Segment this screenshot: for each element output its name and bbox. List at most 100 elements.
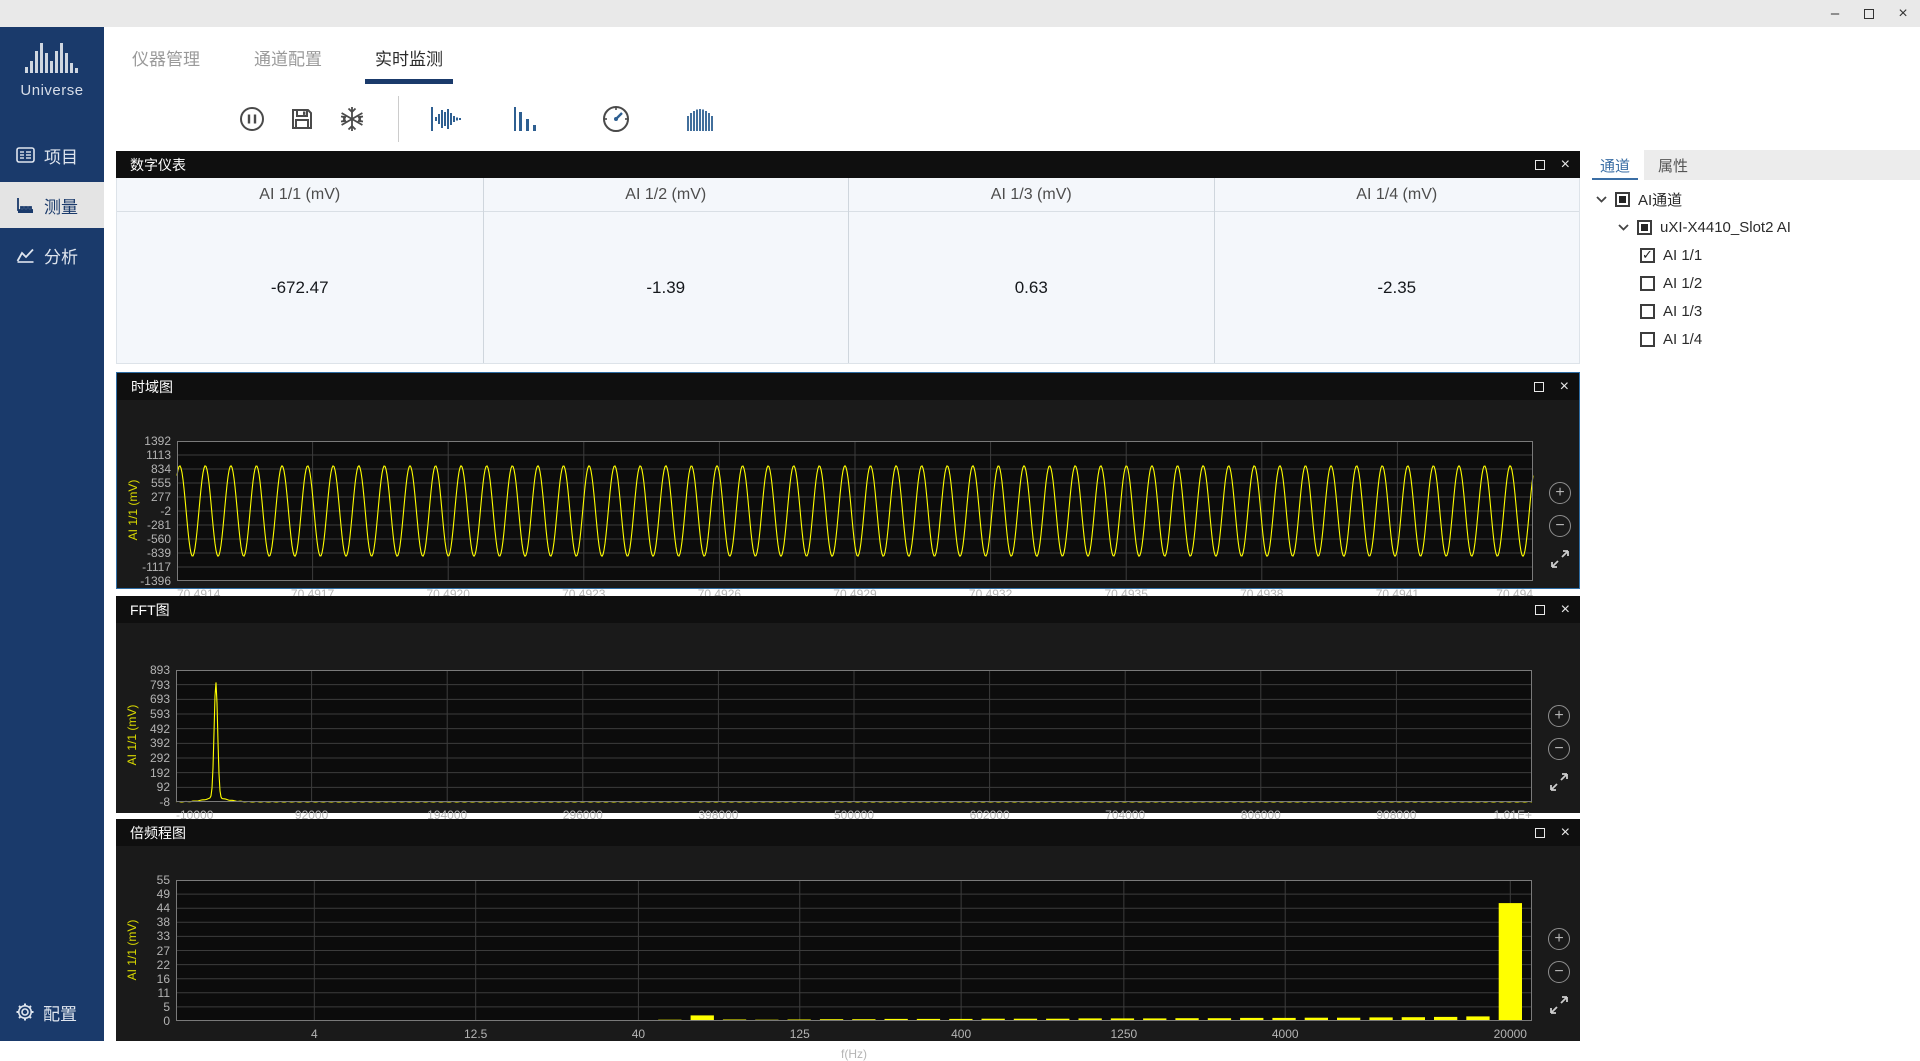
meter-channel-name: AI 1/3 (mV) — [849, 178, 1214, 212]
panel-close-button[interactable]: × — [1560, 379, 1569, 395]
main-tabbar: 仪器管理 通道配置 实时监测 — [104, 27, 1586, 91]
panel-maximize-button[interactable] — [1534, 382, 1544, 392]
x-axis-label: f(Hz) — [841, 1047, 867, 1061]
y-tick-label: 893 — [118, 664, 170, 676]
tab-channel-config[interactable]: 通道配置 — [254, 45, 322, 84]
zoom-in-button[interactable]: + — [1549, 482, 1571, 504]
meter-channel-name: AI 1/4 (mV) — [1215, 178, 1580, 212]
meter-channel: AI 1/2 (mV) -1.39 — [483, 178, 849, 363]
channel-properties-panel: 通道 属性 AI通道uXI-X4410_Slot2 AI AI 1/1 AI 1/2… — [1586, 27, 1920, 1041]
sidebar-item-label: 配置 — [43, 1000, 77, 1025]
save-button[interactable] — [282, 99, 322, 139]
tree-item-label: AI 1/1 — [1663, 247, 1702, 264]
zoom-out-button[interactable]: − — [1548, 738, 1570, 760]
tab-properties[interactable]: 属性 — [1644, 150, 1702, 180]
time-domain-view-button[interactable] — [426, 99, 466, 139]
checkbox-unchecked[interactable] — [1640, 304, 1655, 319]
x-tick-label: 125 — [790, 1028, 810, 1040]
fullscreen-button[interactable] — [1548, 771, 1570, 798]
pause-button[interactable] — [232, 99, 272, 139]
x-tick-label: 40 — [632, 1028, 645, 1040]
tree-item[interactable]: AI 1/3 — [1586, 297, 1920, 325]
tab-instrument-management[interactable]: 仪器管理 — [132, 45, 200, 84]
checkbox-unchecked[interactable] — [1640, 276, 1655, 291]
x-tick-label: 20000 — [1494, 1028, 1527, 1040]
chart-canvas — [176, 880, 1532, 1021]
expand-icon — [1548, 771, 1570, 793]
time-domain-chart: 13921113834555277-2-281-560-839-1117-139… — [117, 400, 1579, 588]
zoom-in-button[interactable]: + — [1548, 705, 1570, 727]
gauge-icon — [602, 105, 630, 133]
digital-meter-panel: 数字仪表 × AI 1/1 (mV) -672.47 AI 1/2 (mV) -… — [116, 151, 1580, 364]
freeze-button[interactable] — [332, 99, 372, 139]
octave-view-button[interactable] — [680, 99, 720, 139]
snowflake-icon — [339, 106, 365, 132]
octave-comb-icon — [685, 106, 715, 132]
tree-item[interactable]: uXI-X4410_Slot2 AI — [1586, 213, 1920, 241]
tree-item-label: AI 1/4 — [1663, 331, 1702, 348]
checkbox-checked[interactable] — [1640, 248, 1655, 263]
meter-channel-value: -672.47 — [117, 212, 483, 363]
zoom-out-button[interactable]: − — [1549, 515, 1571, 537]
gauge-view-button[interactable] — [596, 99, 636, 139]
tree-item[interactable]: AI 1/1 — [1586, 241, 1920, 269]
fullscreen-button[interactable] — [1549, 548, 1571, 575]
time-domain-panel-header: 时域图 × — [117, 373, 1579, 400]
sidebar-item-analysis[interactable]: 分析 — [0, 232, 104, 278]
checkbox-indeterminate[interactable] — [1615, 192, 1630, 207]
panel-close-button[interactable]: × — [1561, 825, 1570, 841]
sidebar-item-config[interactable]: 配置 — [0, 989, 104, 1035]
logo-waveform-icon — [23, 39, 81, 75]
panel-title: 数字仪表 — [130, 155, 186, 175]
panel-maximize-button[interactable] — [1535, 605, 1545, 615]
spectrum-view-button[interactable] — [506, 99, 546, 139]
pause-icon — [239, 106, 265, 132]
sidebar-item-label: 分析 — [44, 243, 78, 268]
zoom-in-button[interactable]: + — [1548, 928, 1570, 950]
panel-close-button[interactable]: × — [1561, 157, 1570, 173]
octave-chart: 55494438332722161150412.5401254001250400… — [116, 846, 1580, 1041]
window-minimize-button[interactable]: – — [1818, 0, 1852, 27]
y-tick-label: 49 — [118, 888, 170, 900]
x-tick-label: 12.5 — [464, 1028, 487, 1040]
panel-maximize-button[interactable] — [1535, 828, 1545, 838]
zoom-out-button[interactable]: − — [1548, 961, 1570, 983]
panel-title: FFT图 — [130, 600, 170, 620]
tree-item[interactable]: AI通道 — [1586, 185, 1920, 213]
chart-canvas — [176, 670, 1532, 802]
expand-icon — [1549, 548, 1571, 570]
checkbox-indeterminate[interactable] — [1637, 220, 1652, 235]
analysis-chart-icon — [16, 248, 35, 263]
fft-panel-header: FFT图 × — [116, 596, 1580, 623]
y-tick-label: 55 — [118, 874, 170, 886]
y-tick-label: 793 — [118, 679, 170, 691]
tab-realtime-monitor[interactable]: 实时监测 — [375, 45, 443, 84]
window-maximize-button[interactable] — [1852, 0, 1886, 27]
octave-panel: 倍频程图 × 55494438332722161150412.540125400… — [116, 819, 1580, 1041]
meter-channel-name: AI 1/1 (mV) — [117, 178, 483, 212]
meter-channel-value: -1.39 — [484, 212, 849, 363]
meter-channel-value: -2.35 — [1215, 212, 1580, 363]
sidebar-item-project[interactable]: 项目 — [0, 132, 104, 178]
tree-item[interactable]: AI 1/4 — [1586, 325, 1920, 353]
y-tick-label: 0 — [118, 1015, 170, 1027]
panel-close-button[interactable]: × — [1561, 602, 1570, 618]
sidebar-item-measure[interactable]: 测量 — [0, 182, 104, 228]
chevron-down-icon[interactable] — [1618, 224, 1629, 231]
window-close-button[interactable]: × — [1886, 0, 1920, 27]
y-tick-label: 92 — [118, 781, 170, 793]
digital-meter-header: 数字仪表 × — [116, 151, 1580, 178]
chevron-down-icon[interactable] — [1596, 196, 1607, 203]
tree-item[interactable]: AI 1/2 — [1586, 269, 1920, 297]
logo-text: Universe — [0, 82, 104, 99]
y-tick-label: -1396 — [119, 575, 171, 587]
panel-maximize-button[interactable] — [1535, 160, 1545, 170]
maximize-icon — [1864, 9, 1874, 19]
channel-tree: AI通道uXI-X4410_Slot2 AI AI 1/1 AI 1/2AI 1/3… — [1586, 185, 1920, 353]
tab-channel[interactable]: 通道 — [1586, 150, 1644, 180]
digital-meter-body: AI 1/1 (mV) -672.47 AI 1/2 (mV) -1.39 AI… — [116, 178, 1580, 364]
checkbox-unchecked[interactable] — [1640, 332, 1655, 347]
fullscreen-button[interactable] — [1548, 994, 1570, 1021]
sidebar-item-label: 项目 — [44, 143, 78, 168]
toolbar-separator — [398, 96, 399, 142]
